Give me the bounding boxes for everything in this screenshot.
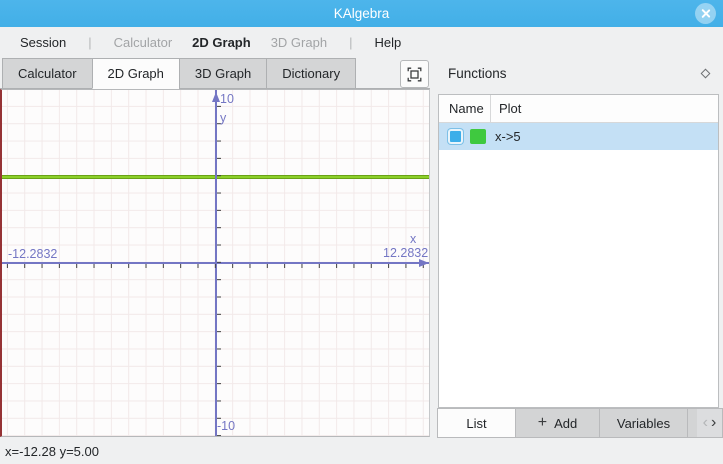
- chevron-right-icon[interactable]: ›: [711, 414, 716, 432]
- functions-bottom-tabbar: List + Add Variables ‹ ›: [437, 408, 723, 438]
- main-tabbar: Calculator 2D Graph 3D Graph Dictionary: [0, 58, 430, 89]
- statusbar: x=-12.28 y=5.00: [0, 438, 723, 464]
- x-axis-arrow-icon: [419, 259, 429, 267]
- column-header-name[interactable]: Name: [439, 95, 491, 122]
- y-axis-label: y: [220, 111, 226, 125]
- tab-3d-graph[interactable]: 3D Graph: [179, 58, 266, 89]
- tab-calculator[interactable]: Calculator: [2, 58, 92, 89]
- graph-canvas[interactable]: 10 y x 12.2832 -12.2832 -10: [0, 89, 430, 437]
- tab-variables[interactable]: Variables: [599, 408, 687, 438]
- function-row[interactable]: x->5: [439, 123, 718, 150]
- function-visible-checkbox[interactable]: [448, 129, 463, 144]
- tab-clipped[interactable]: [687, 408, 697, 438]
- cursor-coordinates: x=-12.28 y=5.00: [5, 444, 99, 459]
- menu-separator: |: [76, 35, 103, 50]
- dock-float-icon[interactable]: [701, 69, 711, 79]
- functions-table-header: Name Plot: [439, 95, 718, 123]
- titlebar[interactable]: KAlgebra: [0, 0, 723, 27]
- menu-2d-graph[interactable]: 2D Graph: [182, 31, 261, 54]
- x-min-label: -12.2832: [8, 247, 57, 261]
- x-axis-ticks: [2, 264, 429, 268]
- functions-panel: Functions Name Plot x->5 List + Add Vari…: [434, 58, 723, 438]
- y-min-label: -10: [217, 419, 235, 433]
- menu-separator: |: [337, 35, 364, 50]
- graph-plot-area: 10 y x 12.2832 -12.2832 -10: [2, 90, 429, 436]
- tab-list[interactable]: List: [437, 408, 515, 438]
- menu-help[interactable]: Help: [364, 31, 411, 54]
- y-axis-ticks: [217, 90, 221, 436]
- tab-dictionary[interactable]: Dictionary: [266, 58, 356, 89]
- x-max-label: 12.2832: [383, 246, 428, 260]
- function-color-swatch: [470, 129, 486, 144]
- y-axis-arrow-icon: [212, 92, 220, 102]
- x-axis-label: x: [410, 232, 416, 246]
- function-expression: x->5: [495, 129, 521, 144]
- window-title: KAlgebra: [334, 6, 390, 21]
- close-button[interactable]: [695, 3, 716, 24]
- close-icon: [700, 8, 711, 19]
- functions-table: Name Plot x->5: [438, 94, 719, 408]
- fit-to-view-icon: [407, 67, 422, 82]
- tab-2d-graph[interactable]: 2D Graph: [92, 58, 179, 89]
- y-max-label: 10: [220, 92, 234, 106]
- chevron-left-icon[interactable]: ‹: [703, 414, 708, 432]
- menu-session[interactable]: Session: [10, 31, 76, 54]
- menubar: Session | Calculator 2D Graph 3D Graph |…: [0, 27, 723, 58]
- column-header-plot[interactable]: Plot: [491, 101, 521, 116]
- tab-add[interactable]: + Add: [515, 408, 599, 438]
- functions-panel-title: Functions: [448, 66, 507, 81]
- fullscreen-button[interactable]: [400, 60, 429, 88]
- tab-scroller: ‹ ›: [697, 408, 723, 438]
- plus-icon: +: [538, 414, 547, 432]
- tab-add-label: Add: [554, 416, 577, 431]
- menu-calculator[interactable]: Calculator: [104, 31, 183, 54]
- menu-3d-graph[interactable]: 3D Graph: [261, 31, 337, 54]
